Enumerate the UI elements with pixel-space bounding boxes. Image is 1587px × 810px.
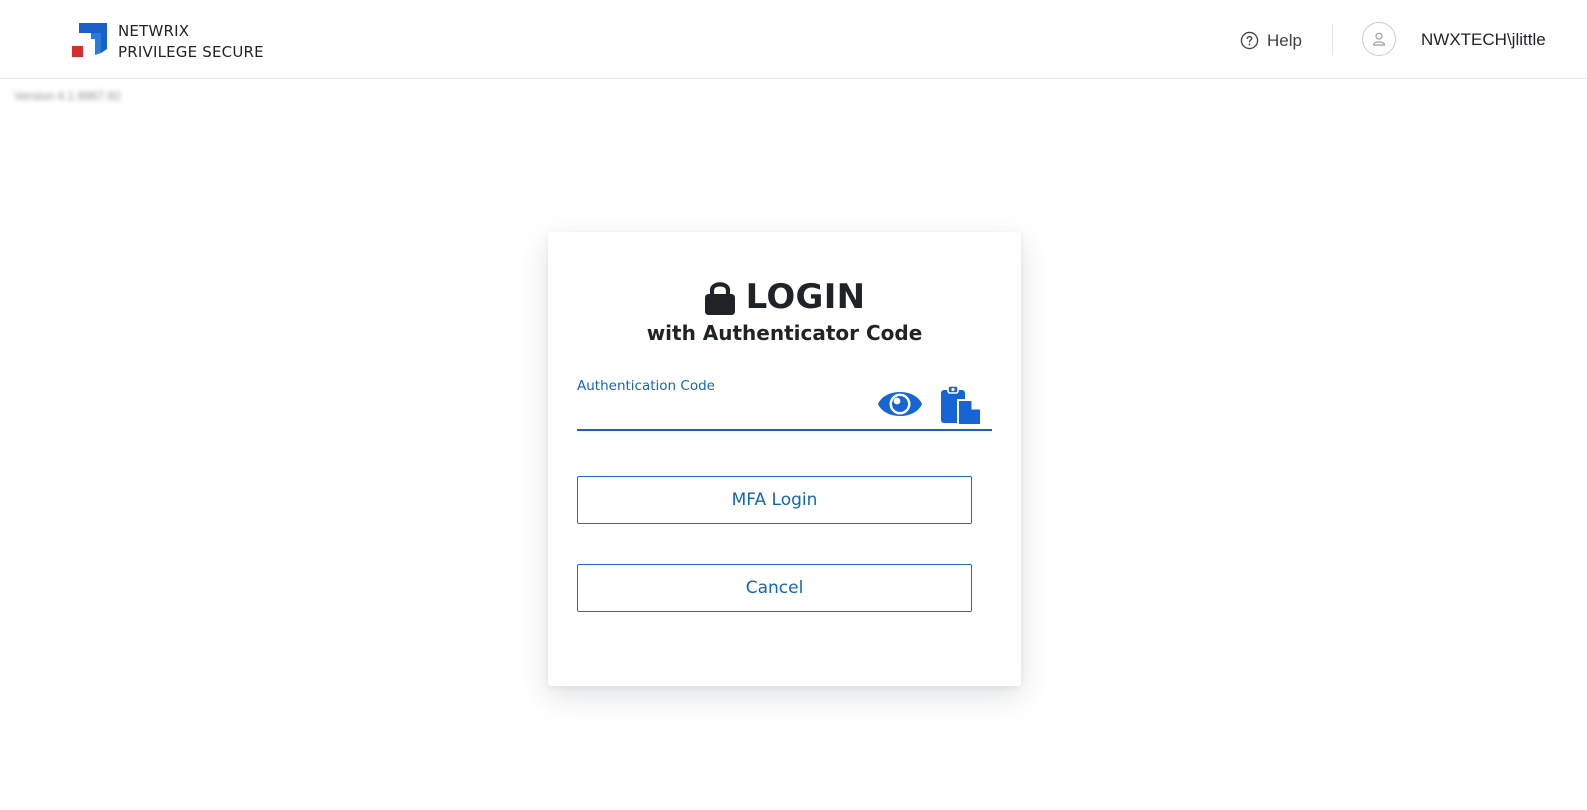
mfa-login-button[interactable]: MFA Login bbox=[577, 476, 972, 524]
username-label[interactable]: NWXTECH\jlittle bbox=[1421, 30, 1546, 50]
auth-code-input[interactable] bbox=[577, 398, 867, 428]
brand-line-2: PRIVILEGE SECURE bbox=[118, 43, 264, 61]
auth-code-underline bbox=[577, 429, 992, 431]
user-avatar-icon bbox=[1372, 32, 1386, 46]
top-header: NETWRIX PRIVILEGE SECURE Help NWXTECH\jl… bbox=[0, 0, 1587, 79]
lock-icon bbox=[704, 282, 735, 315]
user-avatar[interactable] bbox=[1362, 22, 1396, 56]
login-title: LOGIN bbox=[745, 277, 866, 317]
clipboard-paste-icon[interactable] bbox=[940, 384, 982, 426]
login-heading: LOGIN bbox=[548, 277, 1021, 317]
netwrix-logo-mark-icon bbox=[72, 23, 107, 57]
help-label: Help bbox=[1267, 31, 1302, 50]
version-text: Version 4.1.9967.92 bbox=[14, 89, 121, 103]
header-divider bbox=[1332, 24, 1333, 55]
help-circle-icon bbox=[1240, 31, 1259, 49]
netwrix-logo[interactable]: NETWRIX PRIVILEGE SECURE bbox=[71, 21, 271, 61]
brand-line-1: NETWRIX bbox=[118, 22, 190, 40]
help-link[interactable]: Help bbox=[1240, 28, 1302, 52]
login-card: LOGIN with Authenticator Code Authentica… bbox=[548, 232, 1021, 686]
eye-icon[interactable] bbox=[877, 385, 923, 423]
auth-code-label: Authentication Code bbox=[577, 378, 715, 394]
brand-name: NETWRIX PRIVILEGE SECURE bbox=[118, 21, 264, 63]
login-subtitle: with Authenticator Code bbox=[646, 321, 923, 345]
cancel-button[interactable]: Cancel bbox=[577, 564, 972, 612]
